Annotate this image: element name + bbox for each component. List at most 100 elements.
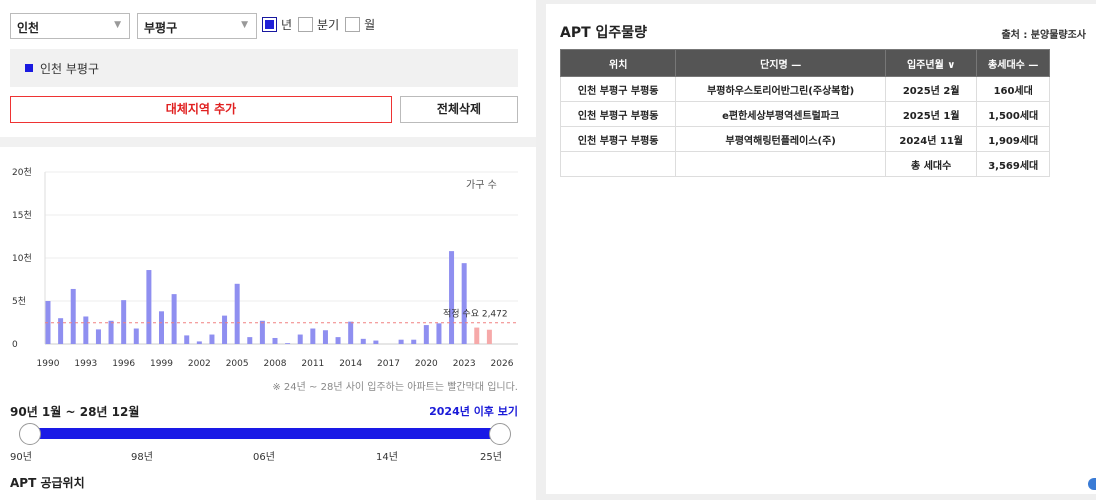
bar [196,341,202,344]
column-location: 위치 [559,49,677,77]
slider-tick: 14년 [376,452,398,463]
supply-bar-chart: 0 5천 10천 15천 20천적정 수요 2,472 가구 수 1990 1993 1996 1… [12,167,518,369]
cell-complex-name: e편한세상부평역센트럴파크 [675,101,886,127]
bar [146,270,152,344]
district-select[interactable]: 부평구 ▼ [137,13,257,39]
x-tick-label: 1996 [112,359,135,369]
bar [335,337,341,344]
bar [474,327,480,344]
cell-total-value: 3,569세대 [976,151,1050,177]
checkbox-quarter[interactable] [298,17,314,32]
bar [133,328,139,344]
x-tick-label: 1999 [150,359,173,369]
bar [486,329,492,344]
checkbox-quarter-label: 분기 [317,18,340,32]
checkbox-month[interactable] [345,17,361,32]
checkbox-year[interactable] [262,17,277,32]
date-range-label: 90년 1월 ~ 28년 12월 [10,405,140,419]
x-tick-label: 2011 [301,359,324,369]
x-tick-label: 2026 [491,359,514,369]
series-label: 가구 수 [466,179,497,191]
cell-total-label: 총 세대수 [884,151,978,177]
y-tick-label: 5천 [12,296,26,307]
bar [222,315,228,344]
x-tick-label: 2020 [415,359,438,369]
scroll-edge-indicator [1088,478,1096,490]
section-divider [0,137,536,147]
data-source: 출처 : 분양물량조사 [1001,30,1086,41]
slider-tick: 06년 [253,452,275,463]
bar [297,334,303,344]
after-2024-link[interactable]: 2024년 이후 보기 [429,403,518,419]
bar [398,339,404,344]
bar [259,320,265,344]
cell-location: 인천 부평구 부평동 [559,76,677,102]
bar [348,321,354,344]
bar [285,343,291,344]
cell-total-units: 160세대 [976,76,1050,102]
chevron-down-icon: ▼ [241,20,248,30]
threshold-label: 적정 수요 2,472 [443,308,508,320]
bar [310,328,316,344]
legend-square-icon [25,64,33,72]
x-tick-label: 2008 [264,359,287,369]
x-tick-label: 2014 [339,359,362,369]
cell-move-in-date: 2024년 11월 [884,126,978,152]
cell-move-in-date: 2025년 1월 [884,101,978,127]
bar [58,318,64,344]
slider-tick: 98년 [131,452,153,463]
selected-region-box: 인천 부평구 [10,49,518,87]
right-panel: APT 입주물량 출처 : 분양물량조사 위치 단지명 — 입주년월 ∨ 총세대… [546,4,1096,494]
cell-move-in-date: 2025년 2월 [884,76,978,102]
bar [95,329,101,344]
checkbox-year-label: 년 [281,18,293,32]
bar [461,263,467,344]
bar [121,300,127,344]
table-row: 인천 부평구 부평동 부평역해링턴플레이스(주) 2024년 11월 1,909… [559,126,1050,152]
chevron-down-icon: ▼ [114,20,121,30]
column-complex-name[interactable]: 단지명 — [675,49,886,77]
y-tick-label: 0 [12,340,18,350]
bar [171,294,177,344]
cell-complex-name: 부평하우스토리어반그린(주상복합) [675,76,886,102]
table-row: 인천 부평구 부평동 부평하우스토리어반그린(주상복합) 2025년 2월 16… [559,76,1050,102]
cell-empty [675,151,886,177]
apt-move-in-table: 위치 단지명 — 입주년월 ∨ 총세대수 — 인천 부평구 부평동 부평하우스토… [559,49,1050,177]
apt-move-in-title: APT 입주물량 [560,25,648,41]
cell-location: 인천 부평구 부평동 [559,126,677,152]
bar [423,325,429,344]
table-row: 인천 부평구 부평동 e편한세상부평역센트럴파크 2025년 1월 1,500세… [559,101,1050,127]
range-slider-start-handle[interactable] [19,423,41,445]
cell-complex-name: 부평역해링턴플레이스(주) [675,126,886,152]
apt-supply-location-title: APT 공급위치 [10,476,85,490]
column-move-in-date[interactable]: 입주년월 ∨ [884,49,978,77]
city-select-value: 인천 [17,21,40,35]
bar [184,335,190,344]
range-slider-end-handle[interactable] [489,423,511,445]
bar [449,251,455,344]
x-tick-label: 1990 [37,359,60,369]
chart-note: ※ 24년 ~ 28년 사이 입주하는 아파트는 빨간막대 입니다. [272,382,518,393]
bar [234,283,240,344]
bar [159,311,164,344]
bar [360,338,366,344]
bar [436,323,442,344]
slider-tick: 25년 [480,452,502,463]
city-select[interactable]: 인천 ▼ [10,13,130,39]
bar [272,337,278,344]
column-total-units[interactable]: 총세대수 — [976,49,1050,77]
left-panel: 인천 ▼ 부평구 ▼ 년 분기 월 인천 부평구 대체지역 추가 전체삭제 0 5… [0,0,536,500]
bar [83,316,89,344]
checkbox-month-label: 월 [364,18,376,32]
cell-empty [559,151,677,177]
range-slider-track[interactable] [30,428,500,439]
x-tick-label: 2005 [226,359,249,369]
bar [411,339,417,344]
delete-all-button[interactable]: 전체삭제 [400,96,518,123]
cell-location: 인천 부평구 부평동 [559,101,677,127]
add-region-button[interactable]: 대체지역 추가 [10,96,392,123]
bar [108,320,114,344]
bar [209,334,215,344]
bar [322,330,328,344]
table-header-row: 위치 단지명 — 입주년월 ∨ 총세대수 — [559,49,1050,77]
